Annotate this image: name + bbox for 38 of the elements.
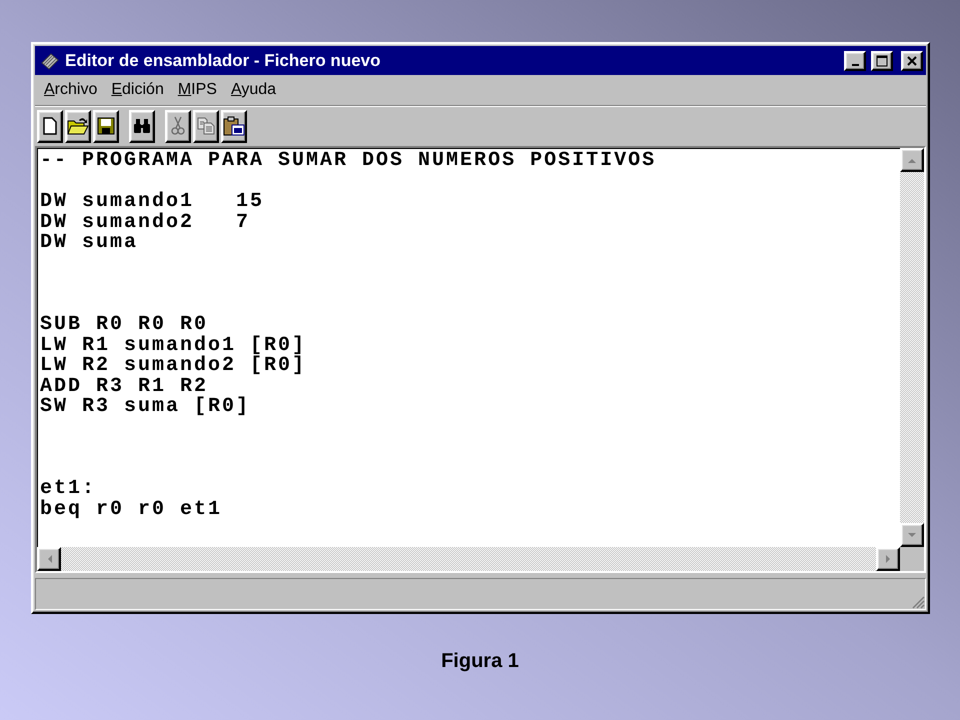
menu-item[interactable]: Ayuda (226, 81, 282, 99)
horizontal-scrollbar[interactable] (37, 547, 900, 571)
scroll-down-button[interactable] (900, 523, 924, 547)
save-button[interactable] (93, 110, 119, 142)
close-icon (906, 54, 918, 66)
scroll-right-button[interactable] (876, 547, 900, 571)
maximize-icon (876, 54, 888, 66)
minimize-button[interactable] (844, 50, 866, 70)
folder-icon (67, 117, 89, 135)
open-button[interactable] (65, 110, 91, 142)
clipboard-icon (223, 116, 245, 136)
chip-icon (40, 52, 60, 70)
menu-item[interactable]: MIPS (172, 81, 222, 99)
scrollbar-corner (900, 547, 924, 571)
maximize-button[interactable] (871, 50, 893, 70)
vertical-scrollbar[interactable] (900, 148, 924, 547)
paste-button[interactable] (221, 110, 247, 142)
menu-item[interactable]: Edición (106, 81, 169, 99)
close-button[interactable] (901, 50, 923, 70)
scroll-left-button[interactable] (37, 547, 61, 571)
binoculars-icon (133, 118, 151, 134)
document-icon (43, 117, 57, 135)
down-arrow-icon (908, 532, 916, 538)
find-button[interactable] (129, 110, 155, 142)
figure-caption: Figura 1 (441, 650, 519, 672)
code-text: -- PROGRAMA PARA SUMAR DOS NUMEROS POSITIVOS DW sumando1 15 DW sumando2 7 DW suma SUB R0 R0 R0 LW R1 sumando1 [R0] LW R2 sumando2 [R0] ADD R3 R1 R2 SW R3 suma [R0] et1: beq r0 r0 et1 (39, 148, 658, 522)
scroll-up-button[interactable] (900, 148, 924, 172)
left-arrow-icon (46, 555, 52, 563)
minimize-icon (852, 64, 858, 66)
resize-grip-icon[interactable] (911, 595, 925, 609)
new-button[interactable] (37, 110, 63, 142)
scissors-icon (171, 116, 185, 136)
right-arrow-icon (886, 555, 890, 563)
copy-icon (197, 117, 215, 135)
window-title: Editor de ensamblador - Fichero nuevo (65, 50, 382, 70)
up-arrow-icon (908, 158, 916, 162)
menu-item[interactable]: Archivo (39, 81, 102, 99)
code-editor[interactable]: -- PROGRAMA PARA SUMAR DOS NUMEROS POSITIVOS DW sumando1 15 DW sumando2 7 DW suma SUB R0 R0 R0 LW R1 sumando1 [R0] LW R2 sumando2 [R0] ADD R3 R1 R2 SW R3 suma [R0] et1: beq r0 r0 et1 (35, 146, 926, 573)
